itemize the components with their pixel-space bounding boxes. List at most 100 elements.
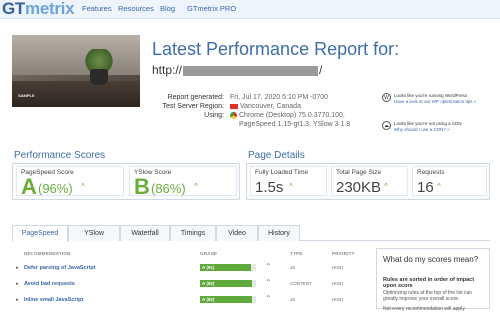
tip-wordpress-link[interactable]: Have a look at our WP optimization tips … bbox=[394, 99, 476, 104]
canada-flag-icon bbox=[230, 103, 238, 109]
tab-history[interactable]: History bbox=[258, 225, 300, 241]
pagespeed-grade: A bbox=[21, 174, 37, 199]
cdn-icon: ☁ bbox=[382, 121, 391, 130]
chrome-icon bbox=[230, 111, 237, 119]
row-priority: HIGH bbox=[332, 297, 344, 302]
tip-wordpress-text: Looks like you're running WordPress bbox=[394, 93, 468, 98]
total-size-trend-icon: ^ bbox=[384, 182, 388, 191]
nav-blog[interactable]: Blog bbox=[160, 4, 175, 13]
wordpress-icon: W bbox=[382, 93, 391, 102]
grade-bar: A (91) bbox=[200, 264, 256, 271]
meta-value-region: Vancouver, Canada bbox=[230, 102, 301, 111]
table-row[interactable]: ▸ Avoid bad requests A (92) ⌃ CONTENT HI… bbox=[12, 278, 367, 291]
requests-trend-icon: ^ bbox=[437, 182, 441, 191]
chevron-up-icon: ⌃ bbox=[265, 278, 272, 287]
scores-help-note: Not every recommendation will apply bbox=[383, 306, 465, 312]
header-grade: GRADE bbox=[200, 251, 218, 256]
recommendation-name[interactable]: Defer parsing of JavaScript bbox=[24, 265, 96, 271]
url-redacted bbox=[183, 65, 319, 76]
url-prefix: http:// bbox=[152, 63, 183, 77]
thumb-wall bbox=[12, 35, 140, 75]
yslow-percent: (86%) bbox=[151, 181, 186, 196]
tip-wordpress: W Looks like you're running WordPress Ha… bbox=[382, 93, 492, 121]
report-tabs: PageSpeed YSlow Waterfall Timings Video … bbox=[12, 225, 490, 242]
page-details-heading: Page Details bbox=[248, 150, 305, 161]
row-type: CONTENT bbox=[290, 281, 312, 286]
tab-yslow[interactable]: YSlow bbox=[68, 225, 120, 241]
meta-label-generated: Report generated: bbox=[167, 94, 224, 101]
page-details-panel: Fully Loaded Time 1.5s ^ Total Page Size… bbox=[246, 163, 490, 200]
tip-cdn: ☁ Looks like you're not using a CDN Why … bbox=[382, 121, 492, 149]
header-type: TYPE bbox=[290, 251, 303, 256]
tab-pagespeed[interactable]: PageSpeed bbox=[12, 225, 68, 242]
total-size-card: Total Page Size 230KB ^ bbox=[331, 166, 408, 196]
tip-cdn-link[interactable]: Why should I use a CDN? » bbox=[394, 127, 450, 132]
meta-label-region: Test Server Region: bbox=[162, 103, 224, 110]
row-priority: HIGH bbox=[332, 281, 344, 286]
page-title: Latest Performance Report for: bbox=[152, 39, 400, 59]
scores-help-heading: What do my scores mean? bbox=[383, 255, 479, 264]
url-suffix: / bbox=[319, 63, 323, 77]
header-recommendation: RECOMMENDATION bbox=[24, 251, 71, 256]
expand-arrow-icon[interactable]: ▸ bbox=[16, 281, 19, 287]
logo-gt-text: GT bbox=[2, 0, 26, 18]
pagespeed-score-card: PageSpeed Score A (96%) ^ bbox=[16, 166, 124, 199]
nav-gtmetrix-pro[interactable]: GTmetrix PRO bbox=[187, 4, 236, 13]
grade-bar: A (92) bbox=[200, 296, 256, 303]
scores-help-optimizing: Optimizing rules at the top of the list … bbox=[383, 290, 472, 302]
tab-waterfall[interactable]: Waterfall bbox=[120, 225, 170, 241]
yslow-grade: B bbox=[134, 174, 150, 199]
top-nav-bar: GTmetrix Features Resources Blog GTmetri… bbox=[0, 0, 500, 19]
table-row[interactable]: ▸ Defer parsing of JavaScript A (91) ⌃ J… bbox=[12, 262, 367, 275]
chevron-up-icon: ⌃ bbox=[265, 294, 272, 303]
nav-features[interactable]: Features bbox=[82, 4, 112, 13]
yslow-trend-up-icon: ^ bbox=[194, 182, 198, 191]
fully-loaded-trend-icon: ^ bbox=[289, 182, 293, 191]
expand-arrow-icon[interactable]: ▸ bbox=[16, 265, 19, 271]
region-text: Vancouver, Canada bbox=[240, 103, 301, 110]
logo-metrix-text: metrix bbox=[25, 0, 75, 18]
scores-help-panel: What do my scores mean? Rules are sorted… bbox=[376, 248, 490, 312]
thumb-caption: SAMPLE bbox=[18, 93, 35, 98]
tip-cdn-text: Looks like you're not using a CDN bbox=[394, 121, 462, 126]
grade-text: A (91) bbox=[202, 265, 215, 270]
tips-panel: W Looks like you're running WordPress Ha… bbox=[382, 93, 492, 149]
table-row[interactable]: ▸ Inline small JavaScript A (92) ⌃ JS HI… bbox=[12, 294, 367, 307]
fully-loaded-card: Fully Loaded Time 1.5s ^ bbox=[250, 166, 327, 196]
total-size-value: 230KB bbox=[336, 179, 382, 196]
page-screenshot-thumbnail: SAMPLE bbox=[12, 35, 140, 107]
meta-value-using: Chrome (Desktop) 75.0.3770.100, bbox=[230, 111, 345, 120]
header-priority: PRIORITY bbox=[332, 251, 355, 256]
tab-video[interactable]: Video bbox=[216, 225, 258, 241]
row-type: JS bbox=[290, 265, 296, 270]
using-browser-text: Chrome (Desktop) 75.0.3770.100, bbox=[239, 112, 345, 119]
yslow-score-card: YSlow Score B (86%) ^ bbox=[129, 166, 237, 199]
grade-text: A (92) bbox=[202, 297, 215, 302]
recommendation-name[interactable]: Avoid bad requests bbox=[24, 281, 75, 287]
nav-resources[interactable]: Resources bbox=[118, 4, 154, 13]
pagespeed-trend-up-icon: ^ bbox=[81, 182, 85, 191]
meta-value-versions: PageSpeed 1.15-gt1.3, YSlow 3.1.8 bbox=[239, 121, 351, 128]
report-url: http:// / bbox=[152, 63, 322, 77]
grade-bar: A (92) bbox=[200, 280, 256, 287]
performance-scores-heading: Performance Scores bbox=[14, 150, 106, 161]
requests-card: Requests 16 ^ bbox=[412, 166, 487, 196]
performance-scores-panel: PageSpeed Score A (96%) ^ YSlow Score B … bbox=[12, 163, 240, 200]
meta-value-generated: Fri, Jul 17, 2020 5:10 PM -0700 bbox=[230, 94, 329, 101]
fully-loaded-label: Fully Loaded Time bbox=[255, 169, 309, 176]
chevron-up-icon: ⌃ bbox=[265, 262, 272, 271]
recommendation-name[interactable]: Inline small JavaScript bbox=[24, 297, 83, 303]
row-priority: HIGH bbox=[332, 265, 344, 270]
expand-arrow-icon[interactable]: ▸ bbox=[16, 297, 19, 303]
meta-label-using: Using: bbox=[204, 112, 224, 119]
tab-timings[interactable]: Timings bbox=[170, 225, 216, 241]
requests-value: 16 bbox=[417, 179, 434, 196]
row-type: JS bbox=[290, 297, 296, 302]
scores-help-rule-order: Rules are sorted in order of impact upon… bbox=[383, 277, 475, 289]
requests-label: Requests bbox=[417, 169, 445, 176]
pagespeed-percent: (96%) bbox=[38, 181, 73, 196]
thumb-pot bbox=[90, 69, 108, 85]
gtmetrix-logo[interactable]: GTmetrix bbox=[2, 0, 75, 19]
grade-text: A (92) bbox=[202, 281, 215, 286]
total-size-label: Total Page Size bbox=[336, 169, 382, 176]
